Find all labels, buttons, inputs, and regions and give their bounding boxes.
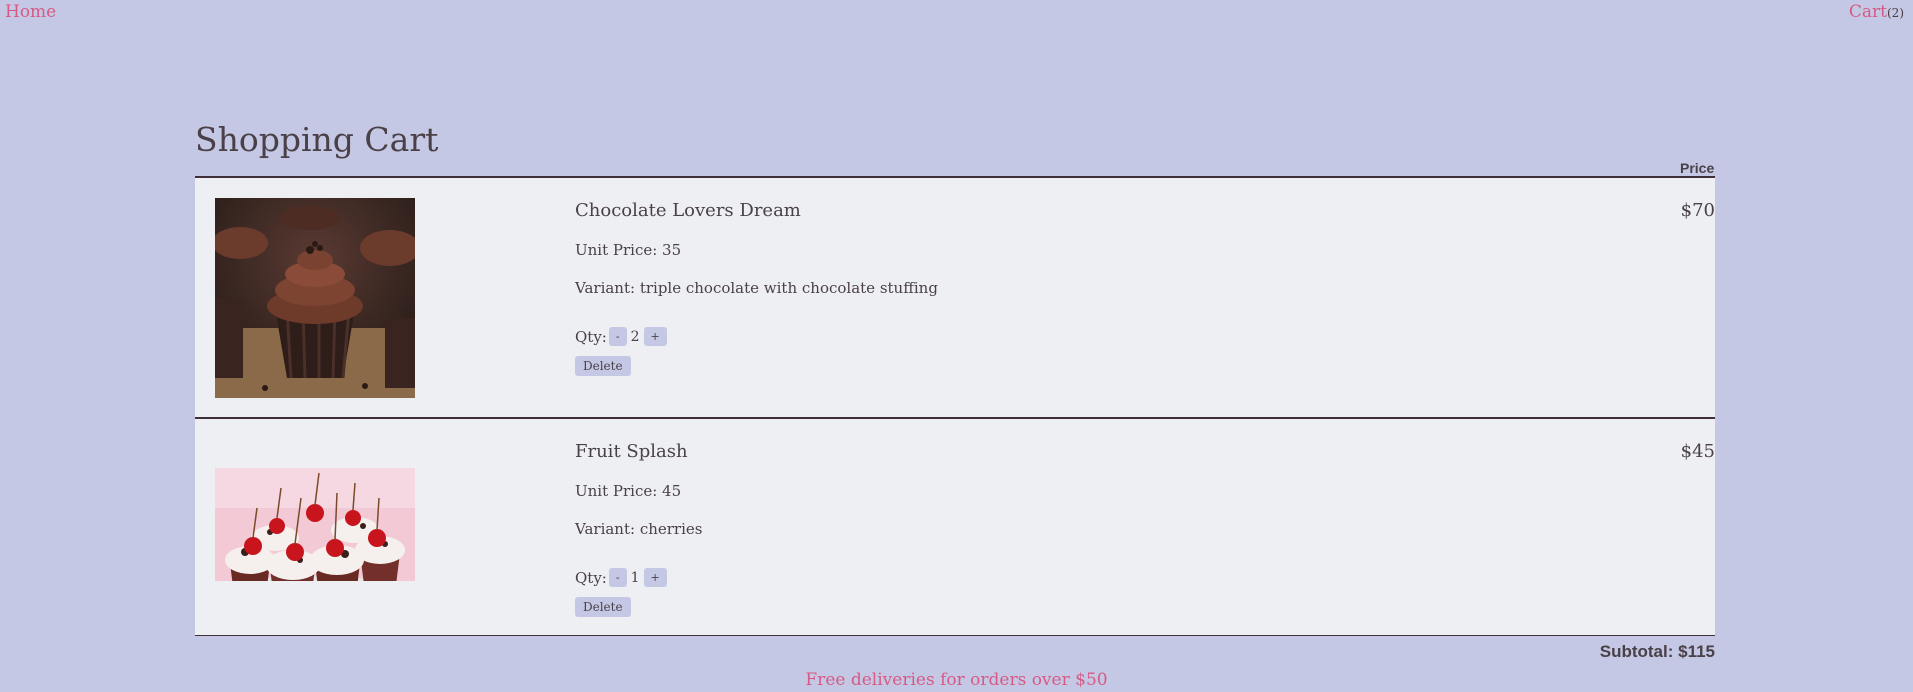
item-price: $45 <box>1680 441 1715 462</box>
page-title: Shopping Cart <box>195 120 439 159</box>
delete-item-button[interactable]: Delete <box>575 597 631 617</box>
item-variant: Variant: triple chocolate with chocolate… <box>575 279 938 297</box>
decrease-qty-button[interactable]: - <box>608 327 627 346</box>
cart-divider <box>195 635 1715 636</box>
item-variant: Variant: cherries <box>575 520 703 538</box>
price-column-header: Price <box>1680 160 1715 176</box>
top-nav: Home Cart(2) <box>0 0 1913 30</box>
cherry-cupcakes-image <box>215 439 415 581</box>
quantity-stepper: Qty: - 1 + <box>575 568 702 587</box>
item-unit-price: Unit Price: 45 <box>575 482 682 500</box>
increase-qty-button[interactable]: + <box>643 327 667 346</box>
cart-count: (2) <box>1887 6 1904 20</box>
increase-qty-button[interactable]: + <box>643 568 667 587</box>
delete-item-button[interactable]: Delete <box>575 356 631 376</box>
decrease-qty-button[interactable]: - <box>608 568 627 587</box>
cart-item: Chocolate Lovers Dream Unit Price: 35 Va… <box>195 176 1715 417</box>
quantity-stepper: Qty: - 2 + <box>575 327 938 346</box>
chocolate-cupcake-image <box>215 198 415 398</box>
qty-label: Qty: <box>575 568 607 587</box>
cart-item: Fruit Splash Unit Price: 45 Variant: che… <box>195 417 1715 635</box>
qty-value: 1 <box>630 569 640 586</box>
item-name: Fruit Splash <box>575 441 688 462</box>
cart-list: Chocolate Lovers Dream Unit Price: 35 Va… <box>195 176 1715 661</box>
item-name: Chocolate Lovers Dream <box>575 200 801 221</box>
qty-label: Qty: <box>575 327 607 346</box>
free-delivery-note: Free deliveries for orders over $50 <box>805 670 1108 690</box>
item-unit-price: Unit Price: 35 <box>575 241 682 259</box>
item-price: $70 <box>1680 200 1715 221</box>
qty-value: 2 <box>630 328 640 345</box>
cart-link-label: Cart <box>1848 2 1887 22</box>
home-link[interactable]: Home <box>5 2 56 22</box>
cart-link[interactable]: Cart(2) <box>1849 2 1904 22</box>
subtotal: Subtotal: $115 <box>1599 642 1715 661</box>
